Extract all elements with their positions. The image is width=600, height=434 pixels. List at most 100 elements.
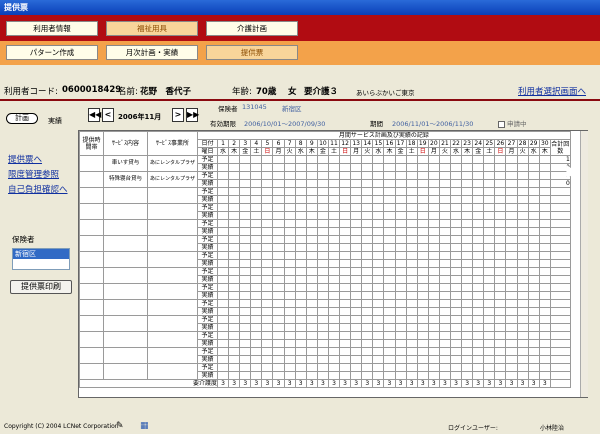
day-entry[interactable] bbox=[261, 363, 274, 372]
day-entry[interactable] bbox=[294, 299, 307, 308]
day-entry[interactable] bbox=[350, 347, 363, 356]
day-entry[interactable] bbox=[272, 315, 285, 324]
day-entry[interactable] bbox=[261, 323, 274, 332]
day-entry[interactable] bbox=[316, 187, 329, 196]
day-entry[interactable] bbox=[449, 227, 463, 236]
day-entry[interactable] bbox=[438, 363, 451, 372]
day-entry[interactable] bbox=[327, 219, 341, 228]
day-entry[interactable] bbox=[361, 339, 374, 348]
day-entry[interactable] bbox=[394, 267, 407, 276]
day-entry[interactable] bbox=[272, 307, 285, 316]
day-entry[interactable] bbox=[394, 371, 407, 380]
day-entry[interactable] bbox=[394, 363, 407, 372]
day-entry[interactable] bbox=[472, 331, 485, 340]
day-entry[interactable] bbox=[283, 299, 296, 308]
day-entry[interactable] bbox=[361, 347, 374, 356]
day-entry[interactable] bbox=[394, 235, 407, 244]
day-entry[interactable] bbox=[305, 155, 318, 164]
day-entry[interactable] bbox=[461, 355, 474, 364]
day-entry[interactable] bbox=[505, 179, 518, 188]
day-entry[interactable] bbox=[350, 275, 363, 284]
day-entry[interactable] bbox=[383, 211, 396, 220]
day-entry[interactable] bbox=[239, 267, 252, 276]
day-entry[interactable] bbox=[339, 219, 352, 228]
checkbox-box[interactable] bbox=[498, 120, 505, 128]
day-entry[interactable] bbox=[505, 323, 518, 332]
day-entry[interactable] bbox=[294, 363, 307, 372]
day-entry[interactable] bbox=[350, 227, 363, 236]
day-entry[interactable] bbox=[405, 187, 418, 196]
day-entry[interactable] bbox=[283, 355, 296, 364]
day-entry[interactable] bbox=[505, 219, 518, 228]
day-entry[interactable] bbox=[216, 219, 230, 228]
service-provider[interactable] bbox=[147, 251, 198, 268]
day-entry[interactable] bbox=[294, 307, 307, 316]
day-entry[interactable] bbox=[228, 283, 241, 292]
day-entry[interactable] bbox=[239, 211, 252, 220]
day-entry[interactable] bbox=[350, 331, 363, 340]
day-entry[interactable] bbox=[250, 291, 263, 300]
day-entry[interactable] bbox=[339, 323, 352, 332]
day-entry[interactable] bbox=[339, 267, 352, 276]
day-entry[interactable] bbox=[494, 347, 507, 356]
service-content[interactable] bbox=[103, 267, 148, 284]
day-entry[interactable] bbox=[449, 219, 463, 228]
day-entry[interactable] bbox=[405, 195, 418, 204]
day-entry[interactable] bbox=[449, 179, 463, 188]
day-entry[interactable] bbox=[294, 219, 307, 228]
day-entry[interactable] bbox=[449, 299, 463, 308]
day-entry[interactable] bbox=[538, 347, 551, 356]
day-entry[interactable] bbox=[394, 283, 407, 292]
day-entry[interactable] bbox=[527, 219, 540, 228]
day-entry[interactable] bbox=[461, 259, 474, 268]
day-entry[interactable] bbox=[516, 227, 529, 236]
day-entry[interactable] bbox=[327, 339, 341, 348]
day-entry[interactable] bbox=[294, 203, 307, 212]
day-entry[interactable] bbox=[372, 299, 385, 308]
day-entry[interactable] bbox=[472, 291, 485, 300]
day-entry[interactable] bbox=[438, 291, 451, 300]
day-entry[interactable] bbox=[228, 371, 241, 380]
time-cell[interactable] bbox=[79, 171, 104, 188]
day-entry[interactable] bbox=[372, 363, 385, 372]
day-entry[interactable] bbox=[228, 299, 241, 308]
day-entry[interactable] bbox=[472, 195, 485, 204]
day-entry[interactable] bbox=[538, 179, 551, 188]
day-entry[interactable] bbox=[272, 155, 285, 164]
day-entry[interactable] bbox=[494, 155, 507, 164]
day-entry[interactable] bbox=[383, 283, 396, 292]
day-entry[interactable] bbox=[483, 299, 496, 308]
day-entry[interactable] bbox=[372, 211, 385, 220]
day-entry[interactable] bbox=[483, 315, 496, 324]
day-entry[interactable] bbox=[216, 163, 230, 172]
day-entry[interactable] bbox=[228, 235, 241, 244]
day-entry[interactable] bbox=[383, 267, 396, 276]
day-entry[interactable] bbox=[250, 355, 263, 364]
day-entry[interactable] bbox=[494, 275, 507, 284]
day-entry[interactable] bbox=[261, 227, 274, 236]
service-content[interactable] bbox=[103, 299, 148, 316]
day-entry[interactable] bbox=[316, 155, 329, 164]
day-entry[interactable] bbox=[339, 315, 352, 324]
service-provider[interactable] bbox=[147, 187, 198, 204]
day-entry[interactable] bbox=[216, 283, 230, 292]
day-entry[interactable] bbox=[350, 171, 363, 180]
day-entry[interactable] bbox=[383, 171, 396, 180]
day-entry[interactable] bbox=[538, 267, 551, 276]
day-entry[interactable] bbox=[427, 171, 440, 180]
day-entry[interactable] bbox=[438, 179, 451, 188]
day-entry[interactable] bbox=[483, 227, 496, 236]
day-entry[interactable] bbox=[339, 355, 352, 364]
day-entry[interactable] bbox=[461, 235, 474, 244]
day-entry[interactable] bbox=[416, 307, 429, 316]
day-entry[interactable] bbox=[228, 339, 241, 348]
day-entry[interactable] bbox=[472, 275, 485, 284]
day-entry[interactable] bbox=[361, 331, 374, 340]
day-entry[interactable] bbox=[527, 299, 540, 308]
day-entry[interactable] bbox=[327, 163, 341, 172]
day-entry[interactable] bbox=[216, 331, 230, 340]
day-entry[interactable] bbox=[239, 227, 252, 236]
day-entry[interactable] bbox=[361, 355, 374, 364]
day-entry[interactable] bbox=[294, 371, 307, 380]
day-entry[interactable] bbox=[294, 179, 307, 188]
